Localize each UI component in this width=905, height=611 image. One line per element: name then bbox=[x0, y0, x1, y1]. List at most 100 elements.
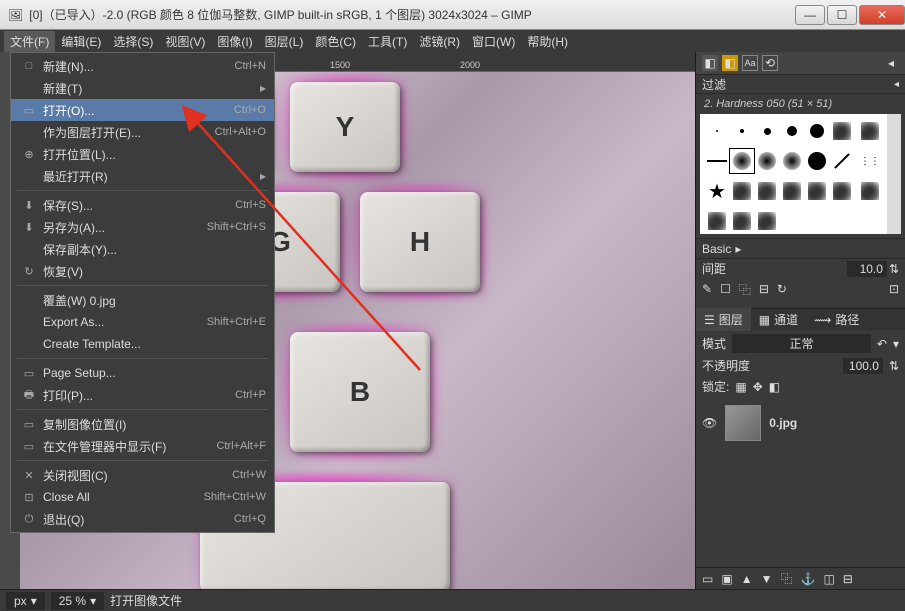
brushes-tab-icon[interactable]: ◧ bbox=[702, 55, 718, 71]
brush-preset[interactable] bbox=[805, 179, 829, 203]
menu-item[interactable]: 🖶打印(P)...Ctrl+P bbox=[11, 384, 274, 406]
layer-down-icon[interactable]: ▼ bbox=[761, 572, 773, 586]
mode-combo[interactable]: 正常 bbox=[732, 334, 871, 353]
brush-preset[interactable] bbox=[705, 149, 729, 173]
menu-5[interactable]: 图层(L) bbox=[259, 31, 310, 52]
del-brush-icon[interactable]: ⊟ bbox=[759, 282, 769, 296]
edit-brush-icon[interactable]: ✎ bbox=[702, 282, 712, 296]
brush-grid[interactable]: ⋮⋮ ★ bbox=[700, 114, 901, 234]
layer-item[interactable]: 👁 0.jpg bbox=[696, 399, 905, 447]
menu-item[interactable]: ⏻退出(Q)Ctrl+Q bbox=[11, 508, 274, 530]
menu-item[interactable]: ✕关闭视图(C)Ctrl+W bbox=[11, 464, 274, 486]
menu-item[interactable]: ▭复制图像位置(I) bbox=[11, 413, 274, 435]
brush-preset[interactable]: ⋮⋮ bbox=[858, 149, 882, 173]
lock-pixels-icon[interactable]: ▦ bbox=[735, 380, 746, 394]
tab-通道[interactable]: ▦通道 bbox=[751, 308, 806, 331]
layer-group-icon[interactable]: ▣ bbox=[721, 572, 732, 586]
menu-item[interactable]: ⊡Close AllShift+Ctrl+W bbox=[11, 486, 274, 508]
brush-preset[interactable] bbox=[830, 179, 854, 203]
opacity-value[interactable]: 100.0 bbox=[843, 358, 883, 374]
brush-zoom-icon[interactable]: ⊡ bbox=[889, 282, 899, 296]
brush-preset[interactable] bbox=[858, 179, 882, 203]
brush-preset[interactable] bbox=[730, 119, 754, 143]
brush-preset[interactable] bbox=[755, 209, 779, 233]
brush-basic-row[interactable]: Basic ▸ bbox=[696, 238, 905, 258]
history-tab-icon[interactable]: ⟲ bbox=[762, 55, 778, 71]
menu-item[interactable]: 作为图层打开(E)...Ctrl+Alt+O bbox=[11, 121, 274, 143]
new-brush-icon[interactable]: ☐ bbox=[720, 282, 731, 296]
layer-thumbnail[interactable] bbox=[725, 405, 761, 441]
menu-10[interactable]: 帮助(H) bbox=[521, 31, 574, 52]
menu-item[interactable]: ↻恢复(V) bbox=[11, 260, 274, 282]
brush-preset[interactable] bbox=[780, 149, 804, 173]
menu-item[interactable]: ⬇另存为(A)...Shift+Ctrl+S bbox=[11, 216, 274, 238]
menu-3[interactable]: 视图(V) bbox=[159, 31, 211, 52]
new-layer-icon[interactable]: ▭ bbox=[702, 572, 713, 586]
lock-position-icon[interactable]: ✥ bbox=[753, 380, 763, 394]
merge-layer-icon[interactable]: ⚓ bbox=[800, 572, 815, 586]
menu-item[interactable]: 新建(T)▸ bbox=[11, 77, 274, 99]
maximize-button[interactable]: ☐ bbox=[827, 5, 857, 25]
panel-menu-icon[interactable]: ◂ bbox=[883, 55, 899, 71]
visibility-eye-icon[interactable]: 👁 bbox=[702, 416, 717, 430]
brush-preset[interactable] bbox=[730, 149, 754, 173]
menu-item[interactable]: ⬇保存(S)...Ctrl+S bbox=[11, 194, 274, 216]
brush-preset[interactable] bbox=[780, 179, 804, 203]
del-layer-icon[interactable]: ⊟ bbox=[843, 572, 853, 586]
menu-0[interactable]: 文件(F) bbox=[4, 31, 55, 52]
minimize-button[interactable]: — bbox=[795, 5, 825, 25]
patterns-tab-icon[interactable]: ◧ bbox=[722, 55, 738, 71]
menu-item[interactable]: ⊕打开位置(L)... bbox=[11, 143, 274, 165]
brush-spacing-value[interactable]: 10.0 bbox=[847, 261, 887, 277]
brush-preset[interactable] bbox=[730, 209, 754, 233]
menu-8[interactable]: 滤镜(R) bbox=[413, 31, 466, 52]
brush-preset[interactable] bbox=[805, 119, 829, 143]
menu-item[interactable]: ▭打开(O)...Ctrl+O bbox=[11, 99, 274, 121]
brush-preset[interactable] bbox=[755, 119, 779, 143]
refresh-brush-icon[interactable]: ↻ bbox=[777, 282, 787, 296]
brush-preset[interactable] bbox=[830, 149, 854, 173]
mask-layer-icon[interactable]: ◫ bbox=[823, 572, 834, 586]
brush-filter-menu-icon[interactable]: ◂ bbox=[894, 79, 899, 90]
spinner-icon[interactable]: ⇅ bbox=[889, 359, 899, 373]
menu-item[interactable]: 覆盖(W) 0.jpg bbox=[11, 289, 274, 311]
menu-2[interactable]: 选择(S) bbox=[107, 31, 159, 52]
brush-preset[interactable] bbox=[705, 119, 729, 143]
menu-item[interactable]: ▭Page Setup... bbox=[11, 362, 274, 384]
layer-name[interactable]: 0.jpg bbox=[769, 416, 797, 430]
tab-路径[interactable]: ⟿路径 bbox=[806, 308, 867, 331]
menu-4[interactable]: 图像(I) bbox=[211, 31, 258, 52]
menu-item[interactable]: 保存副本(Y)... bbox=[11, 238, 274, 260]
spinner-icon[interactable]: ⇅ bbox=[889, 262, 899, 276]
menu-9[interactable]: 窗口(W) bbox=[466, 31, 521, 52]
layer-up-icon[interactable]: ▲ bbox=[741, 572, 753, 586]
menu-item[interactable]: 最近打开(R)▸ bbox=[11, 165, 274, 187]
tab-图层[interactable]: ☰图层 bbox=[696, 308, 751, 331]
menu-6[interactable]: 颜色(C) bbox=[309, 31, 362, 52]
brush-preset[interactable] bbox=[805, 149, 829, 173]
brush-preset[interactable]: ★ bbox=[705, 179, 729, 203]
brush-preset[interactable] bbox=[705, 209, 729, 233]
dup-brush-icon[interactable]: ⿻ bbox=[739, 281, 751, 298]
mode-reset-icon[interactable]: ↶ bbox=[877, 337, 887, 351]
chevron-down-icon[interactable]: ▾ bbox=[893, 337, 899, 351]
unit-combo[interactable]: px ▾ bbox=[6, 592, 45, 610]
menu-item[interactable]: □新建(N)...Ctrl+N bbox=[11, 55, 274, 77]
menu-1[interactable]: 编辑(E) bbox=[55, 31, 107, 52]
brush-preset[interactable] bbox=[780, 119, 804, 143]
menu-7[interactable]: 工具(T) bbox=[362, 31, 413, 52]
brush-scrollbar[interactable] bbox=[887, 114, 901, 234]
brush-preset[interactable] bbox=[730, 179, 754, 203]
brush-preset[interactable] bbox=[858, 119, 882, 143]
brush-preset[interactable] bbox=[830, 119, 854, 143]
menu-item[interactable]: ▭在文件管理器中显示(F)Ctrl+Alt+F bbox=[11, 435, 274, 457]
brush-preset[interactable] bbox=[755, 179, 779, 203]
lock-alpha-icon[interactable]: ◧ bbox=[769, 380, 780, 394]
close-button[interactable]: ✕ bbox=[859, 5, 905, 25]
zoom-combo[interactable]: 25 % ▾ bbox=[51, 592, 104, 610]
brush-preset[interactable] bbox=[755, 149, 779, 173]
menu-item[interactable]: Export As...Shift+Ctrl+E bbox=[11, 311, 274, 333]
menu-item[interactable]: Create Template... bbox=[11, 333, 274, 355]
fonts-tab-icon[interactable]: Aa bbox=[742, 55, 758, 71]
dup-layer-icon[interactable]: ⿻ bbox=[780, 570, 792, 587]
